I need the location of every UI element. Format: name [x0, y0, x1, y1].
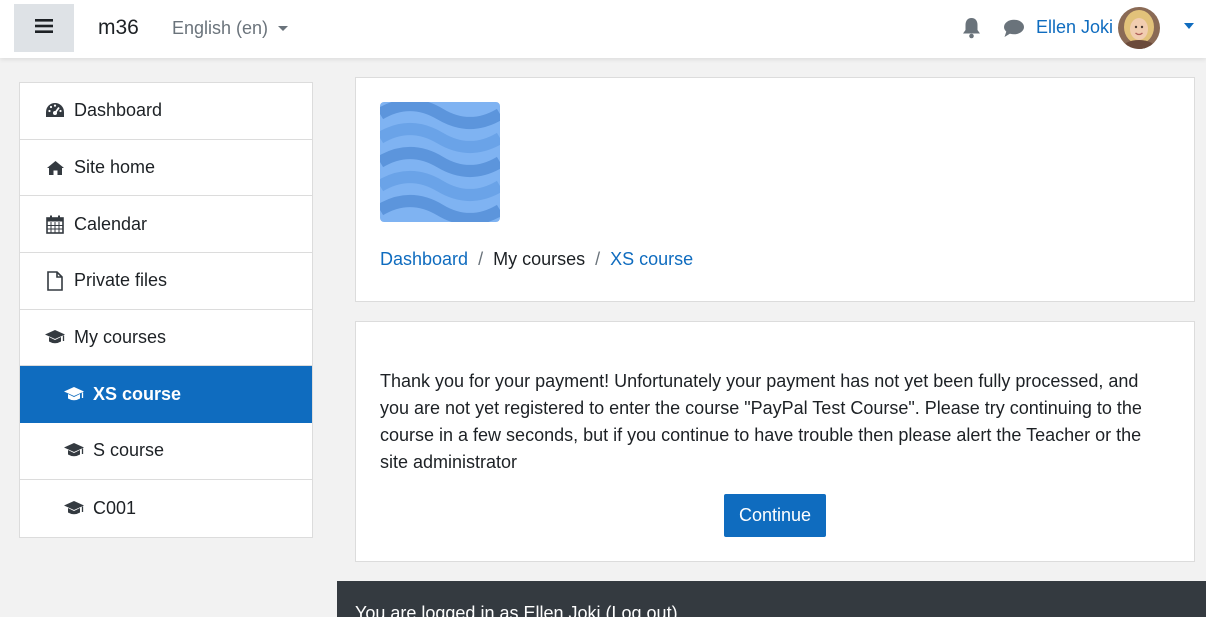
top-navbar: m36 English (en) Ellen Joki [0, 0, 1206, 58]
sidebar-item-my-courses[interactable]: My courses [20, 310, 312, 367]
avatar[interactable] [1118, 7, 1160, 49]
site-name[interactable]: m36 [98, 16, 139, 40]
payment-message-card: Thank you for your payment! Unfortunatel… [355, 321, 1195, 562]
sidebar-item-label: Site home [74, 157, 156, 178]
sidebar-item-xs-course[interactable]: XS course [20, 366, 312, 424]
comment-icon[interactable] [1003, 19, 1025, 43]
sidebar-item-label: XS course [93, 383, 182, 404]
chevron-down-icon[interactable] [1184, 23, 1194, 29]
page-header: Dashboard / My courses / XS course [355, 77, 1195, 302]
breadcrumb-my-courses: My courses [493, 249, 586, 269]
home-icon [44, 158, 66, 178]
language-label: English (en) [172, 18, 269, 38]
graduation-cap-icon [63, 384, 85, 404]
tachometer-icon [44, 101, 66, 121]
language-menu[interactable]: English (en) [172, 18, 289, 39]
continue-button[interactable]: Continue [724, 494, 826, 537]
course-image [380, 102, 500, 222]
graduation-cap-icon [63, 498, 85, 518]
sidebar-item-label: My courses [74, 327, 167, 348]
sidebar-item-label: S course [93, 440, 165, 461]
sidebar-item-site-home[interactable]: Site home [20, 140, 312, 197]
bell-icon[interactable] [962, 17, 981, 44]
sidebar-item-label: Private files [74, 270, 168, 291]
logout-link[interactable]: Log out [612, 603, 672, 617]
bars-icon [35, 18, 53, 39]
user-menu-name[interactable]: Ellen Joki [1036, 17, 1113, 38]
drawer-toggle-button[interactable] [14, 4, 74, 52]
graduation-cap-icon [63, 441, 85, 461]
logout-open-paren: ( [600, 603, 612, 617]
sidebar-item-label: Dashboard [74, 100, 163, 121]
file-icon [44, 271, 66, 291]
sidebar-item-c001[interactable]: C001 [20, 480, 312, 537]
sidebar-item-private-files[interactable]: Private files [20, 253, 312, 310]
nav-list: Dashboard Site home Calendar Private fil… [19, 82, 313, 538]
breadcrumb-dashboard[interactable]: Dashboard [380, 249, 468, 270]
sidebar-item-label: Calendar [74, 213, 148, 234]
calendar-icon [44, 214, 66, 234]
breadcrumb: Dashboard / My courses / XS course [380, 249, 693, 270]
breadcrumb-separator: / [595, 249, 601, 269]
payment-message: Thank you for your payment! Unfortunatel… [380, 371, 1142, 472]
breadcrumb-separator: / [478, 249, 484, 269]
nav-drawer: Dashboard Site home Calendar Private fil… [0, 58, 337, 617]
footer-user-link[interactable]: Ellen Joki [523, 603, 600, 617]
logout-close-paren: ) [671, 603, 678, 617]
chevron-down-icon [278, 26, 289, 31]
sidebar-item-dashboard[interactable]: Dashboard [20, 83, 312, 140]
sidebar-item-label: C001 [93, 497, 137, 518]
sidebar-item-s-course[interactable]: S course [20, 423, 312, 480]
breadcrumb-xs-course[interactable]: XS course [610, 249, 693, 270]
login-info-prefix: You are logged in as [355, 603, 524, 617]
page-footer: You are logged in as Ellen Joki (Log out… [337, 581, 1206, 617]
sidebar-item-calendar[interactable]: Calendar [20, 196, 312, 254]
graduation-cap-icon [44, 328, 66, 348]
